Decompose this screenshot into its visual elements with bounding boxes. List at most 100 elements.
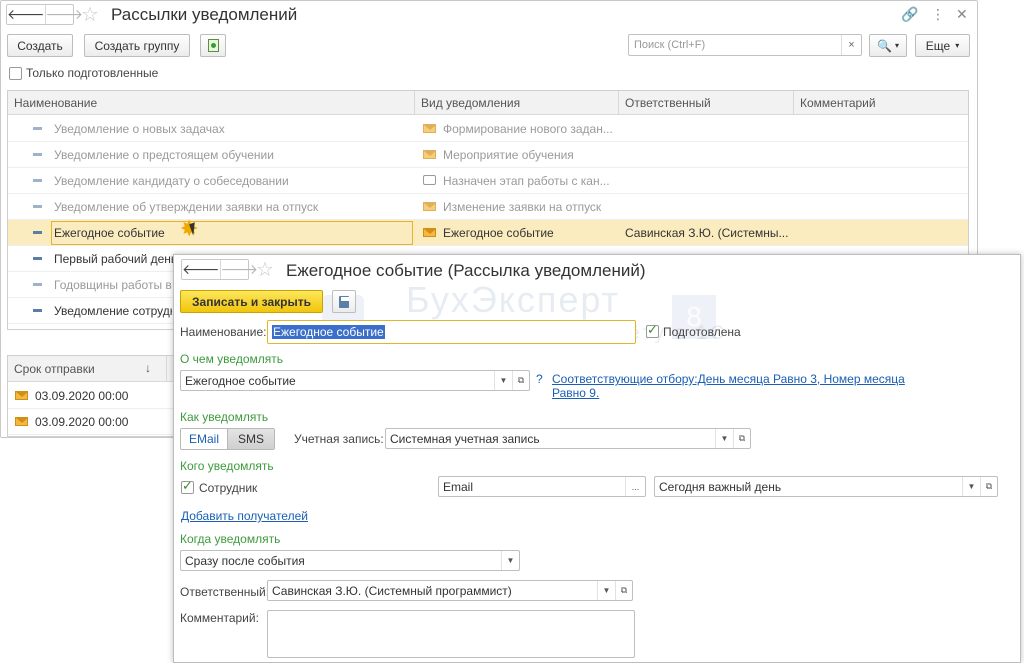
chevron-down-icon[interactable]: ▼ [501, 551, 519, 570]
favorite-star-icon[interactable]: ☆ [81, 2, 99, 27]
item-icon [33, 127, 42, 130]
open-icon[interactable]: ⧉ [615, 581, 632, 600]
send-schedule-table: Срок отправки ↓ 03.09.2020 00:00 03.09.2… [7, 355, 177, 437]
open-icon[interactable]: ⧉ [733, 429, 750, 448]
back-arrow-icon[interactable]: 🡐 [7, 5, 45, 24]
responsible-select[interactable]: Савинская З.Ю. (Системный программист) ▼… [267, 580, 633, 601]
column-responsible[interactable]: Ответственный [625, 96, 711, 110]
event-kind-select[interactable]: Ежегодное событие ▼ ⧉ [180, 370, 530, 391]
item-icon [33, 283, 42, 286]
title-bar: 🡐 🡒 ☆ Рассылки уведомлений 🔗 ⋮ ✕ [1, 1, 977, 29]
how-section-title: Как уведомлять [180, 410, 269, 424]
when-section-title: Когда уведомлять [180, 532, 281, 546]
save-button[interactable] [332, 290, 356, 313]
close-icon[interactable]: ✕ [956, 6, 968, 23]
floppy-disk-icon [339, 295, 349, 308]
row-kind: Ежегодное событие [443, 226, 554, 240]
back-arrow-icon[interactable]: 🡐 [182, 260, 220, 279]
more-vertical-icon[interactable]: ⋮ [931, 6, 945, 23]
chevron-down-icon[interactable]: ▼ [715, 429, 733, 448]
create-button[interactable]: Создать [7, 34, 73, 57]
name-input[interactable]: Ежегодное событие [267, 320, 636, 344]
row-name: Первый рабочий день [54, 252, 178, 266]
row-name: Уведомление сотрудн [54, 304, 172, 318]
employee-label: Сотрудник [199, 481, 258, 495]
name-label: Наименование: [180, 325, 267, 339]
item-icon [33, 179, 42, 182]
column-name[interactable]: Наименование [14, 96, 97, 110]
item-icon [33, 257, 42, 260]
chevron-down-icon[interactable]: ▼ [962, 477, 980, 496]
more-button[interactable]: Еще ▾ [915, 34, 970, 57]
sms-channel-button[interactable]: SMS [227, 429, 274, 449]
favorite-star-icon[interactable]: ☆ [256, 257, 274, 282]
save-and-close-button[interactable]: Записать и закрыть [180, 290, 323, 313]
clear-search-icon[interactable]: × [841, 35, 861, 55]
channel-switch[interactable]: EMail SMS [180, 428, 275, 450]
email-channel-button[interactable]: EMail [181, 429, 227, 449]
sort-down-icon[interactable]: ↓ [145, 361, 151, 375]
item-icon [33, 231, 42, 234]
table-row-selected[interactable]: Ежегодное событие Ежегодное событие Сави… [8, 216, 968, 246]
create-group-button[interactable]: Создать группу [84, 34, 190, 57]
forward-arrow-icon[interactable]: 🡒 [44, 5, 83, 24]
chevron-down-icon[interactable]: ▼ [494, 371, 512, 390]
ellipsis-button[interactable]: ... [625, 477, 645, 496]
name-value: Ежегодное событие [272, 325, 385, 339]
prepared-checkbox[interactable] [646, 322, 659, 338]
send-time: 03.09.2020 00:00 [35, 389, 129, 403]
help-icon[interactable]: ? [536, 372, 543, 386]
only-prepared-checkbox[interactable] [9, 67, 22, 80]
row-name: Уведомление об утверждении заявки на отп… [54, 200, 319, 214]
email-field[interactable]: Email ... [438, 476, 646, 497]
account-value: Системная учетная запись [390, 432, 540, 446]
mail-icon [423, 228, 436, 237]
mail-icon [423, 202, 436, 211]
comment-textarea[interactable] [267, 610, 635, 658]
search-button[interactable]: 🔍 ▾ [869, 34, 907, 57]
link-icon[interactable]: 🔗 [901, 6, 918, 23]
row-kind: Назначен этап работы с кан... [443, 174, 610, 188]
nav-buttons: 🡐 🡒 [6, 4, 83, 25]
open-icon[interactable]: ⧉ [980, 477, 997, 496]
when-select[interactable]: Сразу после события ▼ [180, 550, 520, 571]
search-input[interactable]: Поиск (Ctrl+F) × [628, 34, 862, 56]
table-row[interactable]: Уведомление о предстоящем обучении Мероп… [8, 142, 968, 168]
employee-event-select[interactable]: Сегодня важный день ▼ ⧉ [654, 476, 998, 497]
open-icon[interactable]: ⧉ [512, 371, 529, 390]
row-name: Уведомление кандидату о собеседовании [54, 174, 289, 188]
row-name: Ежегодное событие [54, 226, 165, 240]
export-button[interactable] [200, 34, 226, 57]
employee-event-value: Сегодня важный день [659, 480, 782, 494]
table-row[interactable]: Уведомление об утверждении заявки на отп… [8, 194, 968, 220]
employee-checkbox[interactable] [181, 478, 194, 494]
email-value: Email [443, 480, 474, 494]
row-kind: Формирование нового задан... [443, 122, 613, 136]
search-placeholder: Поиск (Ctrl+F) [634, 39, 706, 51]
table-header: Наименование Вид уведомления Ответственн… [8, 91, 968, 115]
document-export-icon [207, 39, 219, 52]
add-recipients-link[interactable]: Добавить получателей [181, 509, 308, 523]
responsible-label: Ответственный: [180, 585, 270, 599]
table-row[interactable]: 03.09.2020 00:00 [8, 383, 176, 409]
whom-section-title: Кого уведомлять [180, 459, 274, 473]
forward-arrow-icon[interactable]: 🡒 [219, 260, 258, 279]
about-section-title: О чем уведомлять [180, 352, 284, 366]
filter-condition-link[interactable]: Соответствующие отбору:День месяца Равно… [552, 372, 912, 400]
chevron-down-icon[interactable]: ▼ [597, 581, 615, 600]
form-title: Ежегодное событие (Рассылка уведомлений) [286, 261, 646, 280]
column-kind[interactable]: Вид уведомления [421, 96, 520, 110]
more-label: Еще [925, 38, 951, 53]
account-select[interactable]: Системная учетная запись ▼ ⧉ [385, 428, 751, 449]
watermark-brand: БухЭксперт [406, 279, 621, 320]
mailing-form-window: 🡐 🡒 ☆ Ежегодное событие (Рассылка уведом… [173, 254, 1021, 663]
column-comment[interactable]: Комментарий [800, 96, 876, 110]
table-row[interactable]: Уведомление о новых задачах Формирование… [8, 116, 968, 142]
table-row[interactable]: 03.09.2020 00:00 [8, 409, 176, 435]
row-name: Уведомление о предстоящем обучении [54, 148, 274, 162]
row-kind: Изменение заявки на отпуск [443, 200, 602, 214]
column-send-time[interactable]: Срок отправки [14, 362, 95, 376]
table-row[interactable]: Уведомление кандидату о собеседовании На… [8, 168, 968, 194]
row-name: Годовщины работы в к [54, 278, 172, 292]
comment-label: Комментарий: [180, 611, 259, 625]
